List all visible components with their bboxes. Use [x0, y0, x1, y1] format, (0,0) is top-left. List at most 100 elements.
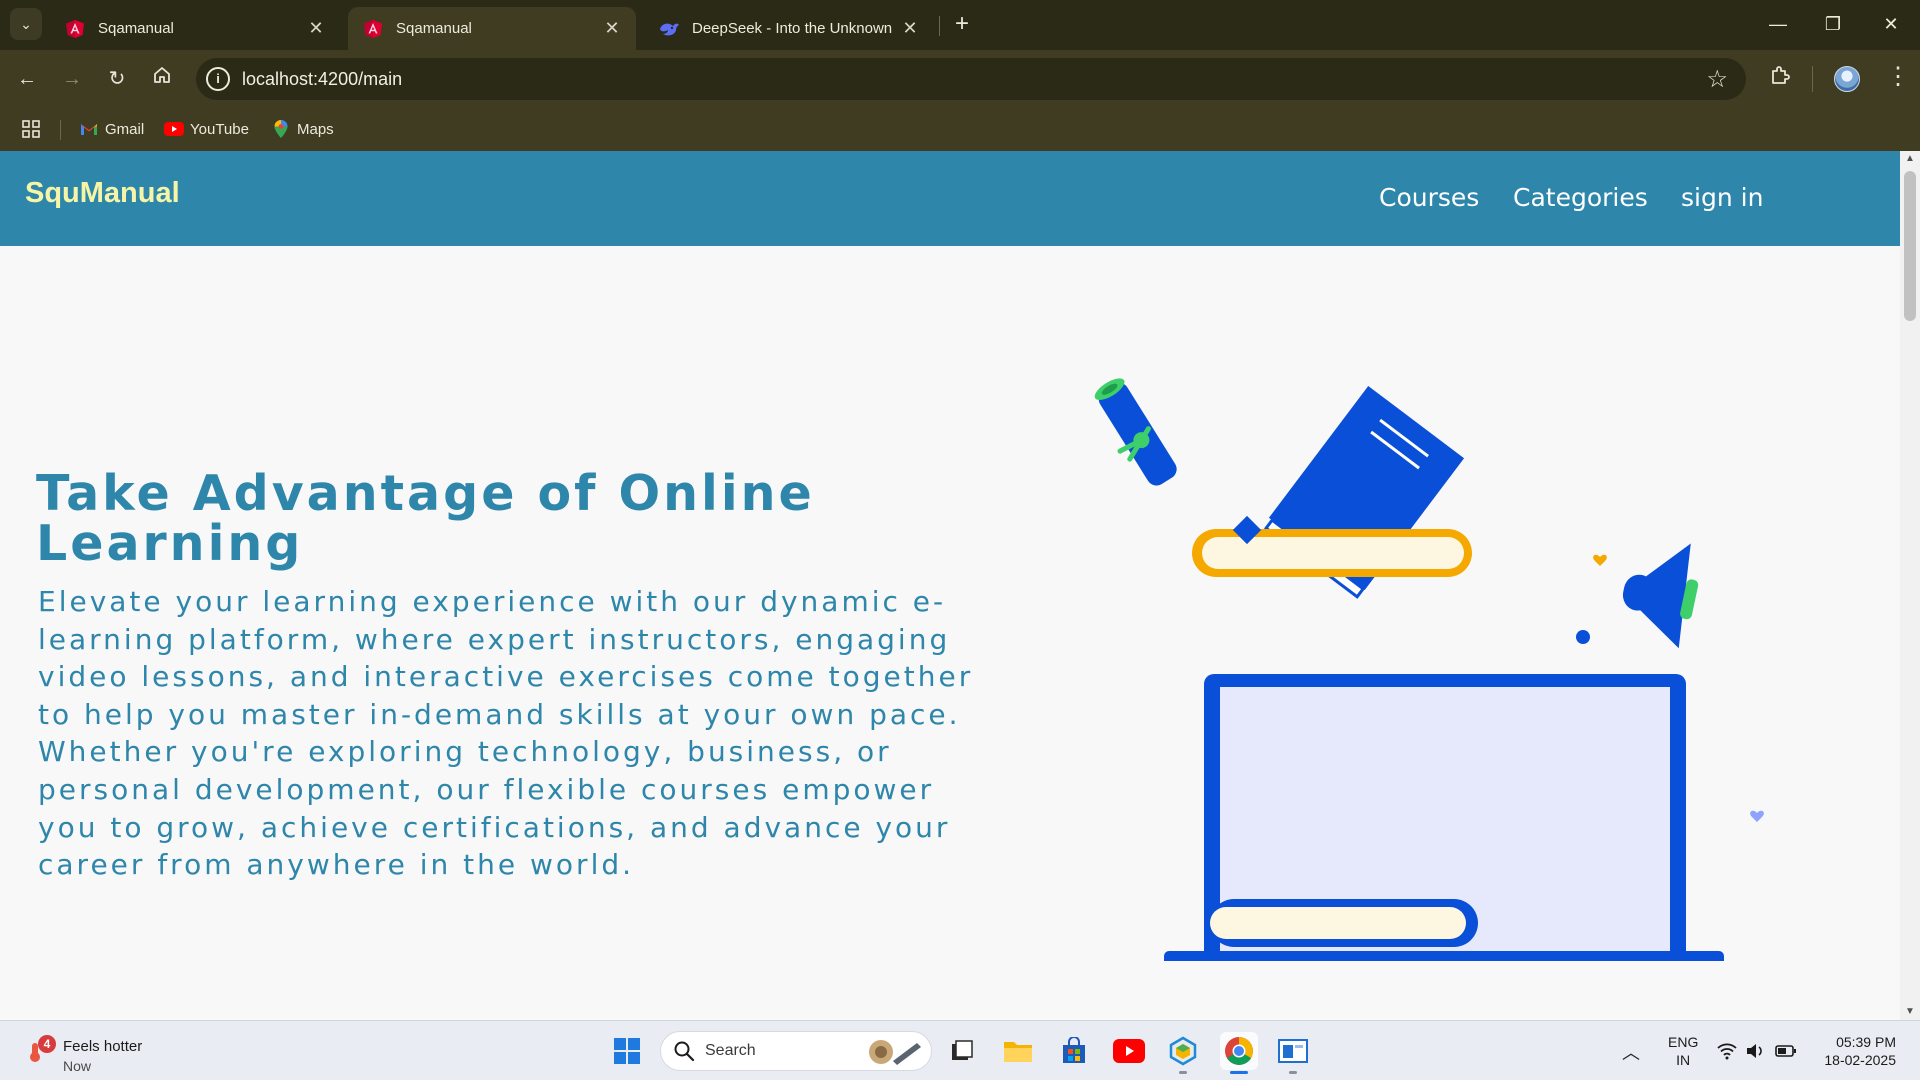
profile-avatar[interactable] [1834, 66, 1860, 92]
search-placeholder: Search [705, 1042, 756, 1059]
chrome-app-button[interactable] [1220, 1032, 1258, 1074]
tab-sqamanual-2[interactable]: Sqamanual ✕ [348, 7, 636, 50]
chrome-menu-button[interactable]: ⋮ [1886, 62, 1910, 91]
maps-icon [271, 120, 291, 138]
close-icon[interactable]: ✕ [602, 18, 622, 39]
youtube-icon [164, 120, 184, 138]
restore-button[interactable]: ❐ [1813, 8, 1853, 40]
task-view-button[interactable] [943, 1032, 981, 1070]
search-highlight-icon [869, 1040, 921, 1065]
bookmarks-bar: Gmail YouTube Maps [0, 108, 1920, 151]
search-icon [674, 1041, 695, 1062]
bookmark-gmail[interactable]: Gmail [79, 116, 144, 142]
microsoft-store-button[interactable] [1055, 1032, 1093, 1070]
scroll-thumb[interactable] [1904, 171, 1916, 321]
windows-taskbar: 4 Feels hotter Now Search ︿ ENG IN 05:39… [0, 1020, 1920, 1080]
tab-sqamanual-1[interactable]: Sqamanual ✕ [50, 7, 340, 50]
weather-widget[interactable]: 4 Feels hotter Now [24, 1029, 164, 1074]
url-text[interactable]: localhost:4200/main [242, 69, 402, 90]
tab-title: Sqamanual [98, 20, 174, 37]
nav-courses[interactable]: Courses [1379, 183, 1479, 212]
folder-icon [1004, 1042, 1032, 1062]
store-icon [1063, 1037, 1085, 1063]
bookmark-separator [60, 120, 61, 140]
deepseek-favicon-icon [658, 18, 680, 40]
site-brand[interactable]: SquManual [25, 177, 180, 210]
bookmark-maps[interactable]: Maps [271, 116, 334, 142]
bookmark-star-icon[interactable]: ☆ [1706, 65, 1728, 94]
hero-description: Elevate your learning experience with ou… [38, 585, 974, 882]
tab-separator [939, 16, 940, 36]
browser-toolbar: ← → ↻ i localhost:4200/main ☆ ⋮ [0, 50, 1920, 108]
scroll-up-arrow[interactable]: ▲ [1900, 151, 1920, 167]
taskbar-search[interactable]: Search [660, 1031, 932, 1071]
web-page: SquManual Courses Categories sign in Tak… [0, 151, 1900, 1020]
site-info-icon[interactable]: i [206, 67, 230, 91]
start-button[interactable] [608, 1032, 646, 1070]
weather-title: Feels hotter [63, 1038, 143, 1055]
app-window-icon [1278, 1039, 1308, 1063]
clock-date: 18-02-2025 [1824, 1052, 1896, 1068]
language-code: ENG [1668, 1034, 1699, 1050]
apps-button[interactable] [22, 116, 40, 142]
back-button[interactable]: ← [10, 62, 44, 96]
battery-icon[interactable] [1775, 1041, 1797, 1061]
megaphone-icon [1622, 543, 1699, 649]
region-code: IN [1676, 1052, 1691, 1068]
file-explorer-button[interactable] [999, 1032, 1037, 1070]
decor-dot [1576, 630, 1590, 644]
tab-title: DeepSeek - Into the Unknown [692, 20, 893, 37]
running-indicator [1289, 1071, 1297, 1074]
scroll-down-arrow[interactable]: ▼ [1900, 1004, 1920, 1020]
gmail-icon [79, 120, 99, 138]
reload-button[interactable]: ↻ [100, 62, 134, 96]
youtube-app-button[interactable] [1110, 1032, 1148, 1070]
show-hidden-icons-button[interactable]: ︿ [1622, 1039, 1640, 1065]
forward-button[interactable]: → [55, 62, 89, 96]
home-icon [154, 67, 170, 83]
tab-deepseek[interactable]: DeepSeek - Into the Unknown ✕ [644, 7, 934, 50]
nav-categories[interactable]: Categories [1513, 183, 1648, 212]
apps-grid-icon [22, 120, 40, 138]
hexagon-app-icon [1169, 1036, 1197, 1066]
toolbar-separator [1812, 66, 1813, 92]
laptop-icon [1164, 674, 1724, 961]
app-hexagon-button[interactable] [1164, 1032, 1202, 1074]
window-close-button[interactable]: ✕ [1871, 8, 1911, 40]
new-tab-button[interactable]: + [948, 10, 976, 38]
input-language[interactable]: ENG IN [1668, 1033, 1698, 1069]
page-scrollbar[interactable]: ▲ ▼ [1900, 151, 1920, 1020]
angular-favicon-icon [64, 18, 86, 40]
angular-favicon-icon [362, 18, 384, 40]
bookmark-youtube[interactable]: YouTube [164, 116, 249, 142]
windows-logo-icon [614, 1038, 640, 1064]
wifi-icon[interactable] [1716, 1041, 1738, 1061]
youtube-icon [1113, 1039, 1145, 1063]
address-bar[interactable]: i localhost:4200/main ☆ [196, 58, 1746, 100]
diploma-icon [1094, 378, 1177, 486]
weather-subtitle: Now [63, 1058, 92, 1074]
close-icon[interactable]: ✕ [900, 18, 920, 39]
app-window-button[interactable] [1274, 1032, 1312, 1074]
weather-badge: 4 [38, 1035, 56, 1053]
volume-icon[interactable] [1745, 1041, 1767, 1061]
puzzle-icon [1772, 66, 1790, 84]
tab-search-button[interactable]: ⌄ [10, 8, 42, 40]
active-indicator [1230, 1071, 1248, 1074]
tab-title: Sqamanual [396, 20, 472, 37]
nav-sign-in[interactable]: sign in [1681, 183, 1763, 212]
home-button[interactable] [145, 62, 179, 96]
bookmark-label: Gmail [105, 120, 145, 138]
bookmark-label: Maps [297, 120, 334, 138]
bookmark-label: YouTube [190, 120, 249, 138]
system-clock[interactable]: 05:39 PM 18-02-2025 [1812, 1033, 1896, 1069]
online-learning-illustration [1094, 378, 1764, 961]
extensions-button[interactable] [1769, 64, 1791, 92]
heart-icon [1593, 554, 1607, 566]
minimize-button[interactable]: — [1758, 8, 1798, 40]
hero-title: Take Advantage of Online Learning [36, 465, 815, 572]
close-icon[interactable]: ✕ [306, 18, 326, 39]
site-navbar: SquManual Courses Categories sign in [0, 151, 1900, 246]
running-indicator [1179, 1071, 1187, 1074]
clock-time: 05:39 PM [1836, 1034, 1896, 1050]
